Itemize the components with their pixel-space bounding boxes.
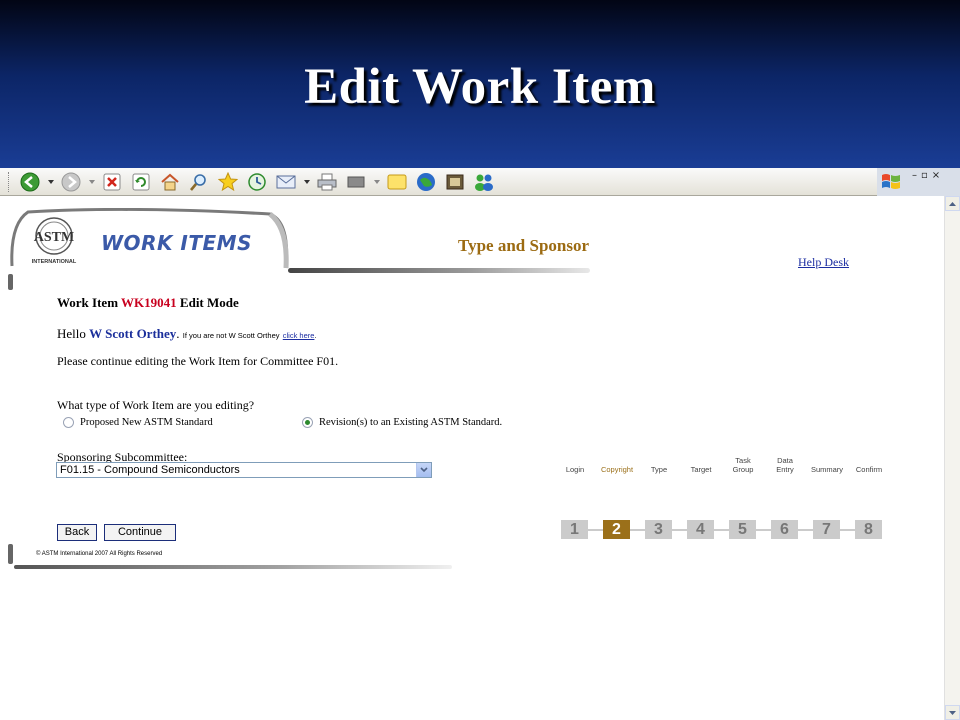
refresh-icon[interactable] — [130, 171, 152, 193]
messenger-icon[interactable] — [473, 171, 495, 193]
step-number: 4 — [687, 520, 714, 539]
restore-button[interactable]: ▫ — [921, 170, 928, 181]
step-connector — [798, 529, 813, 531]
not-user-link[interactable]: click here — [283, 331, 315, 340]
close-button[interactable]: × — [932, 170, 940, 181]
step-number: 2 — [603, 520, 630, 539]
step-label: Summary — [810, 465, 844, 474]
back-icon[interactable] — [19, 171, 41, 193]
home-icon[interactable] — [159, 171, 181, 193]
media-icon[interactable] — [444, 171, 466, 193]
toolbar-grip[interactable] — [8, 171, 11, 192]
step-number: 7 — [813, 520, 840, 539]
step-number: 1 — [561, 520, 588, 539]
web-page: ASTM INTERNATIONAL WORK ITEMS Type and S… — [0, 196, 944, 720]
step-connector — [588, 529, 603, 531]
vertical-scrollbar[interactable] — [944, 196, 960, 720]
radio-revision[interactable]: Revision(s) to an Existing ASTM Standard… — [302, 417, 502, 428]
step-number: 5 — [729, 520, 756, 539]
window-controls: – ▫ × — [912, 170, 940, 181]
radio-proposed-new[interactable]: Proposed New ASTM Standard — [63, 417, 213, 428]
step-label: Copyright — [600, 465, 634, 474]
print-icon[interactable] — [316, 171, 338, 193]
step-connector — [756, 529, 771, 531]
windows-logo-icon — [882, 174, 900, 189]
radio-label: Proposed New ASTM Standard — [80, 417, 213, 428]
greeting: Hello W Scott Orthey. If you are not W S… — [57, 326, 317, 342]
discuss-icon[interactable] — [386, 171, 408, 193]
forward-dropdown-icon[interactable] — [89, 171, 95, 193]
favorites-icon[interactable] — [217, 171, 239, 193]
forward-icon[interactable] — [60, 171, 82, 193]
radio-label: Revision(s) to an Existing ASTM Standard… — [319, 417, 503, 428]
minimize-button[interactable]: – — [912, 170, 917, 181]
step-number: 6 — [771, 520, 798, 539]
stop-icon[interactable] — [101, 171, 123, 193]
sponsor-selected-value: F01.15 - Compound Semiconductors — [60, 464, 240, 476]
work-item-mode: Edit Mode — [179, 295, 239, 310]
radio-button-selected[interactable] — [302, 417, 313, 428]
scroll-up-icon[interactable] — [945, 196, 960, 211]
copyright: © ASTM International 2007 All Rights Res… — [36, 551, 163, 557]
page-heading: Type and Sponsor — [458, 236, 590, 255]
continue-button[interactable]: Continue — [104, 524, 176, 541]
header-underline — [288, 268, 590, 273]
step-connector — [672, 529, 687, 531]
work-item-type-question: What type of Work Item are you editing? — [57, 398, 255, 412]
step-number: 3 — [645, 520, 672, 539]
edit-dropdown-icon[interactable] — [374, 171, 380, 193]
help-desk-link[interactable]: Help Desk — [798, 255, 849, 270]
back-dropdown-icon[interactable] — [48, 171, 54, 193]
not-user-note: If you are not W Scott Orthey — [182, 331, 280, 340]
astm-logo-text: ASTM — [34, 230, 74, 245]
greeting-period: . — [176, 326, 180, 341]
browser-toolbar — [0, 168, 877, 196]
mail-icon[interactable] — [275, 171, 297, 193]
app-name: WORK ITEMS — [101, 231, 252, 255]
instructions: Please continue editing the Work Item fo… — [57, 354, 339, 368]
research-icon[interactable] — [415, 171, 437, 193]
decorative-tick — [8, 544, 13, 564]
user-name: W Scott Orthey — [89, 326, 177, 341]
slide-banner: Edit Work Item — [0, 0, 960, 168]
astm-logo-subtext: INTERNATIONAL — [32, 259, 77, 265]
step-connector — [630, 529, 645, 531]
greeting-hello: Hello — [57, 326, 86, 341]
note-period: . — [314, 331, 317, 340]
step-label: Type — [650, 465, 668, 474]
slide-title: Edit Work Item — [304, 59, 656, 115]
radio-button-unselected[interactable] — [63, 417, 74, 428]
step-label: Confirm — [855, 465, 883, 474]
step-label: Task Group — [732, 456, 754, 474]
decorative-tick — [8, 274, 13, 290]
mail-dropdown-icon[interactable] — [304, 171, 310, 193]
step-connector — [840, 529, 855, 531]
edit-icon[interactable] — [345, 171, 367, 193]
step-label: Target — [690, 465, 712, 474]
search-icon[interactable] — [188, 171, 210, 193]
progress-steps: Login 1 Copyright 2 Type 3 Target 4 Task… — [561, 456, 891, 540]
back-button[interactable]: Back — [57, 524, 97, 541]
chevron-down-icon[interactable] — [416, 463, 431, 477]
sponsor-select[interactable]: F01.15 - Compound Semiconductors — [56, 462, 432, 478]
footer-rule — [14, 565, 452, 569]
step-label: Login — [565, 465, 585, 474]
step-label: Data Entry — [776, 456, 794, 474]
work-item-id: WK19041 — [121, 295, 177, 310]
history-icon[interactable] — [246, 171, 268, 193]
work-item-prefix: Work Item — [57, 295, 119, 310]
work-item-title: Work Item WK19041 Edit Mode — [57, 295, 239, 311]
step-connector — [714, 529, 729, 531]
scroll-down-icon[interactable] — [945, 705, 960, 720]
step-number: 8 — [855, 520, 882, 539]
